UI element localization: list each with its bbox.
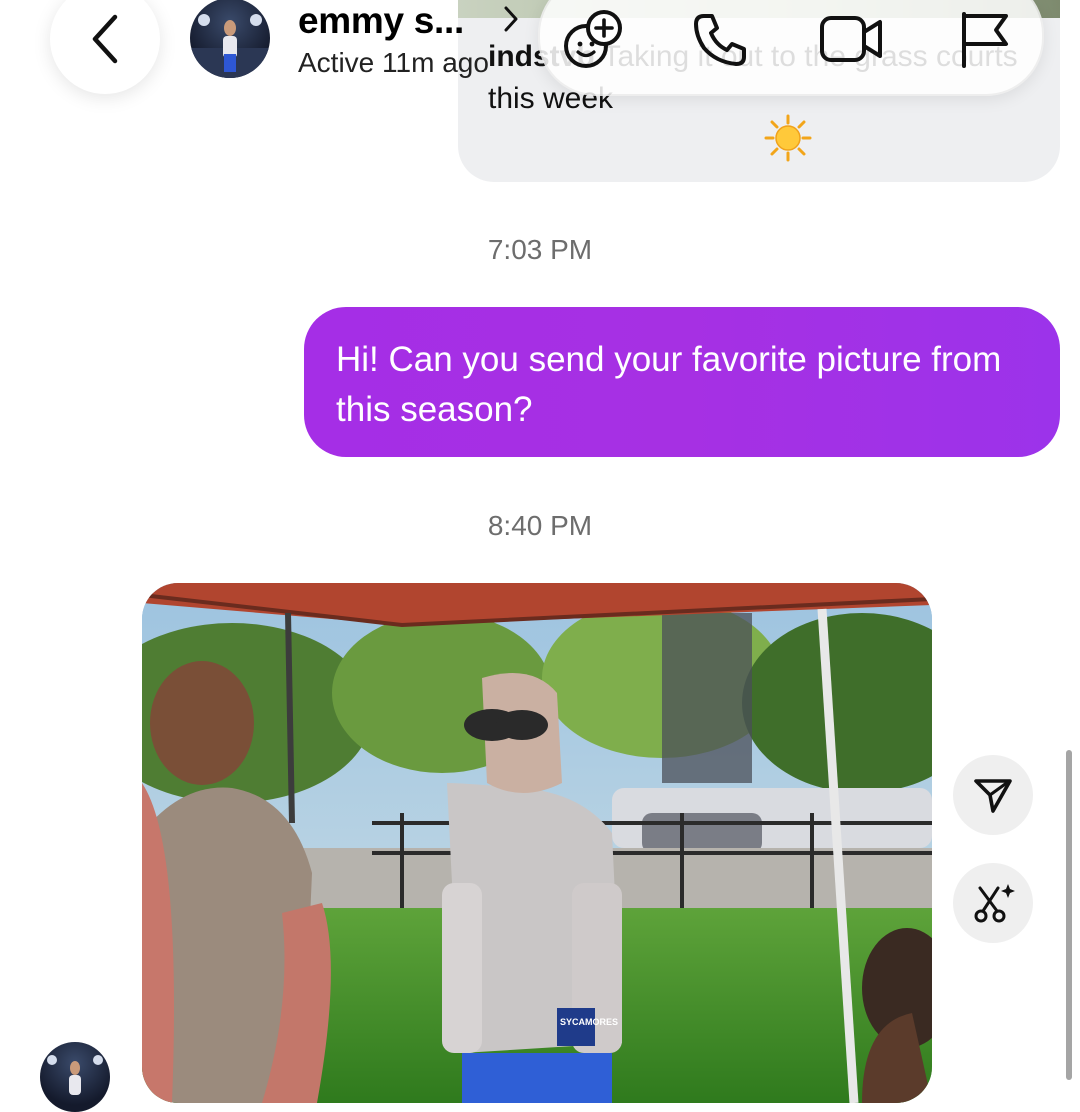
sun-emoji-icon <box>764 114 812 162</box>
photo-message[interactable]: SYCAMORES <box>142 583 932 1103</box>
sender-avatar[interactable] <box>40 1042 110 1112</box>
flag-icon[interactable] <box>956 10 1012 68</box>
photo-image <box>142 583 932 1103</box>
send-paper-plane-icon <box>974 779 1012 813</box>
chevron-left-icon <box>92 14 118 64</box>
timestamp: 7:03 PM <box>487 234 593 265</box>
outgoing-message-text: Hi! Can you send your favorite picture f… <box>336 340 1002 429</box>
jersey-text: SYCAMORES <box>560 1017 619 1027</box>
active-status: Active 11m ago <box>298 47 489 78</box>
back-button[interactable] <box>50 0 160 94</box>
contact-avatar[interactable] <box>190 0 270 78</box>
ai-edit-button[interactable] <box>953 863 1033 943</box>
phone-icon[interactable] <box>690 10 750 70</box>
outgoing-message-bubble[interactable]: Hi! Can you send your favorite picture f… <box>304 307 1060 457</box>
timestamp: 8:40 PM <box>487 510 593 541</box>
sparkle-scissors-icon <box>974 884 1015 923</box>
avatar-image <box>190 14 270 78</box>
add-sticker-face-icon[interactable] <box>560 8 626 72</box>
scrollbar[interactable] <box>1066 750 1072 1080</box>
share-button[interactable] <box>953 755 1033 835</box>
avatar-image <box>47 1055 103 1095</box>
video-camera-icon[interactable] <box>818 12 884 66</box>
chevron-right-icon[interactable] <box>500 4 522 34</box>
contact-name[interactable]: emmy s... <box>298 0 464 42</box>
